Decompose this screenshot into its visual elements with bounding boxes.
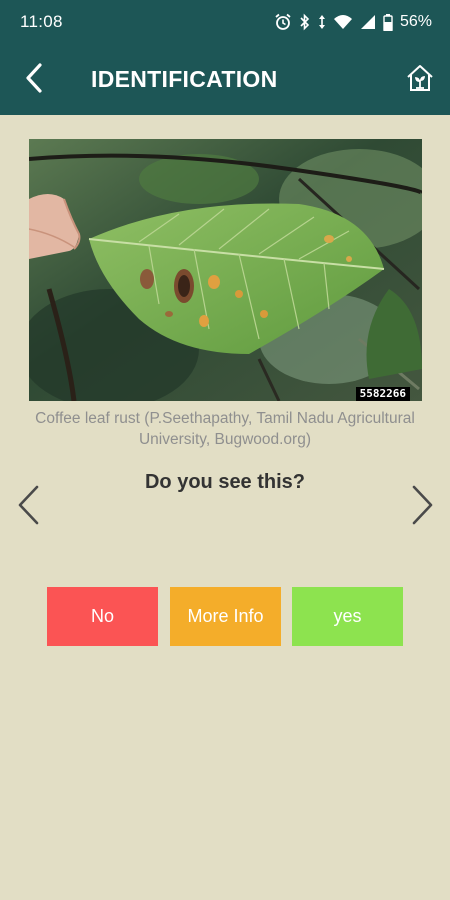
status-icons: 56% <box>274 13 432 31</box>
wifi-icon <box>333 14 353 30</box>
next-button[interactable] <box>408 484 438 531</box>
more-info-button[interactable]: More Info <box>170 587 281 646</box>
photo-id: 5582266 <box>355 387 410 401</box>
home-button[interactable] <box>402 62 438 98</box>
chevron-left-icon <box>23 62 45 99</box>
chevron-right-icon <box>410 484 436 531</box>
yes-button[interactable]: yes <box>292 587 403 646</box>
app-bar: IDENTIFICATION <box>0 44 450 115</box>
home-plant-icon <box>405 63 435 98</box>
no-button[interactable]: No <box>47 587 158 646</box>
bluetooth-icon <box>299 13 311 31</box>
status-bar: 11:08 56% <box>0 0 450 44</box>
back-button[interactable] <box>14 60 54 100</box>
question-text: Do you see this? <box>144 471 306 493</box>
previous-button[interactable] <box>13 484 43 531</box>
battery-percent: 56% <box>399 13 432 30</box>
status-time: 11:08 <box>20 12 63 31</box>
photo-caption: Coffee leaf rust (P.Seethapathy, Tamil N… <box>35 410 415 448</box>
disease-photo: 5582266 <box>29 139 422 401</box>
chevron-left-icon <box>15 484 41 531</box>
data-arrows-icon <box>318 14 326 30</box>
signal-icon <box>360 14 376 30</box>
alarm-icon <box>274 13 292 31</box>
page-title: IDENTIFICATION <box>91 66 278 92</box>
battery-icon <box>383 13 393 31</box>
